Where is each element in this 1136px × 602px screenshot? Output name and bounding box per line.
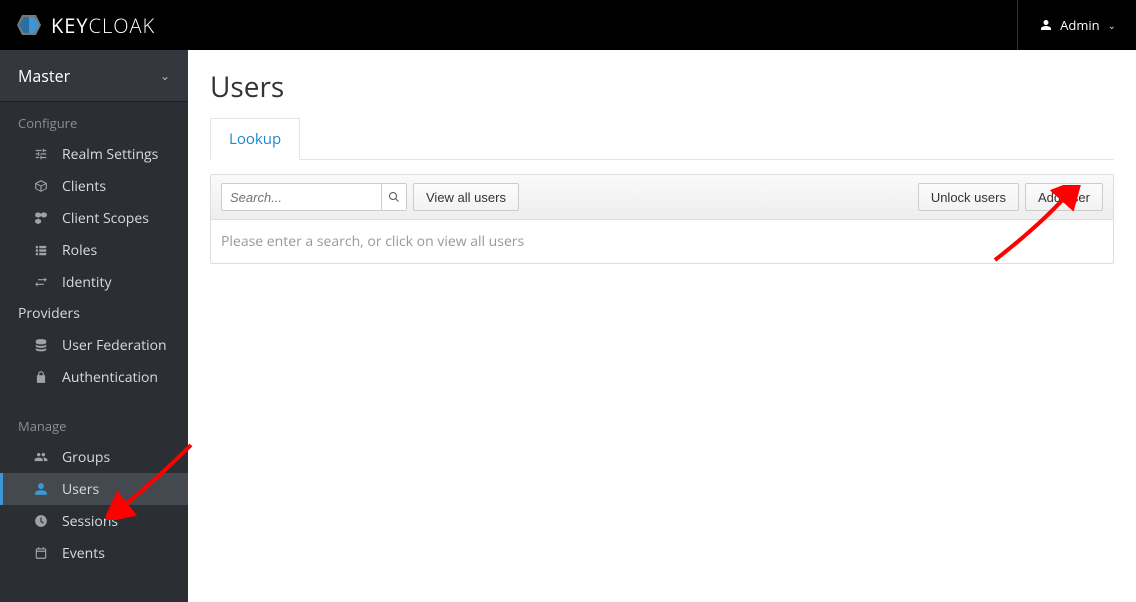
users-panel: View all users Unlock users Add user Ple… bbox=[210, 174, 1114, 264]
exchange-icon bbox=[34, 275, 50, 289]
sidebar-item-users[interactable]: Users bbox=[0, 473, 188, 505]
main-content: Users Lookup View all users Unlock users… bbox=[188, 50, 1136, 602]
cube-icon bbox=[34, 179, 50, 193]
instruction-text: Please enter a search, or click on view … bbox=[211, 220, 1113, 263]
realm-selector[interactable]: Master ⌄ bbox=[0, 50, 188, 102]
sidebar-plain-providers: Providers bbox=[0, 298, 188, 329]
search-button[interactable] bbox=[381, 183, 407, 211]
tab-lookup[interactable]: Lookup bbox=[210, 118, 300, 160]
sidebar-section-manage: Manage bbox=[0, 393, 188, 441]
sidebar-item-clients[interactable]: Clients bbox=[0, 170, 188, 202]
sidebar-section-configure: Configure bbox=[0, 102, 188, 138]
sidebar-item-identity[interactable]: Identity bbox=[0, 266, 188, 298]
sidebar-item-label: Realm Settings bbox=[34, 145, 158, 164]
search-input[interactable] bbox=[221, 183, 381, 211]
page-title: Users bbox=[210, 68, 1114, 106]
tabs: Lookup bbox=[210, 118, 1114, 160]
header: KEYCLOAK Admin ⌄ bbox=[0, 0, 1136, 50]
sidebar-item-events[interactable]: Events bbox=[0, 537, 188, 569]
logo-icon bbox=[15, 11, 43, 39]
sidebar-item-groups[interactable]: Groups bbox=[0, 441, 188, 473]
cubes-icon bbox=[34, 211, 50, 225]
sidebar-item-label: User Federation bbox=[34, 336, 167, 355]
sidebar-item-authentication[interactable]: Authentication bbox=[0, 361, 188, 393]
realm-name: Master bbox=[18, 65, 70, 87]
sidebar-item-label: Client Scopes bbox=[34, 209, 149, 228]
sidebar-item-roles[interactable]: Roles bbox=[0, 234, 188, 266]
clock-icon bbox=[34, 514, 50, 528]
sidebar-item-client-scopes[interactable]: Client Scopes bbox=[0, 202, 188, 234]
search-icon bbox=[388, 191, 400, 203]
sidebar-item-sessions[interactable]: Sessions bbox=[0, 505, 188, 537]
sliders-icon bbox=[34, 147, 50, 161]
chevron-down-icon: ⌄ bbox=[1108, 18, 1116, 32]
toolbar: View all users Unlock users Add user bbox=[211, 175, 1113, 220]
database-icon bbox=[34, 338, 50, 352]
chevron-down-icon: ⌄ bbox=[160, 67, 170, 84]
calendar-icon bbox=[34, 546, 50, 560]
view-all-users-button[interactable]: View all users bbox=[413, 183, 519, 211]
sidebar: Master ⌄ Configure Realm Settings Client… bbox=[0, 50, 188, 602]
user-menu[interactable]: Admin ⌄ bbox=[1017, 0, 1116, 50]
add-user-button[interactable]: Add user bbox=[1025, 183, 1103, 211]
lock-icon bbox=[34, 370, 50, 384]
user-icon bbox=[34, 482, 50, 496]
user-label: Admin bbox=[1060, 16, 1099, 34]
sidebar-item-realm-settings[interactable]: Realm Settings bbox=[0, 138, 188, 170]
sidebar-item-user-federation[interactable]: User Federation bbox=[0, 329, 188, 361]
unlock-users-button[interactable]: Unlock users bbox=[918, 183, 1019, 211]
user-icon bbox=[1040, 19, 1052, 31]
list-icon bbox=[34, 243, 50, 257]
users-icon bbox=[34, 450, 50, 464]
logo[interactable]: KEYCLOAK bbox=[15, 11, 155, 39]
sidebar-item-label: Authentication bbox=[34, 368, 158, 387]
